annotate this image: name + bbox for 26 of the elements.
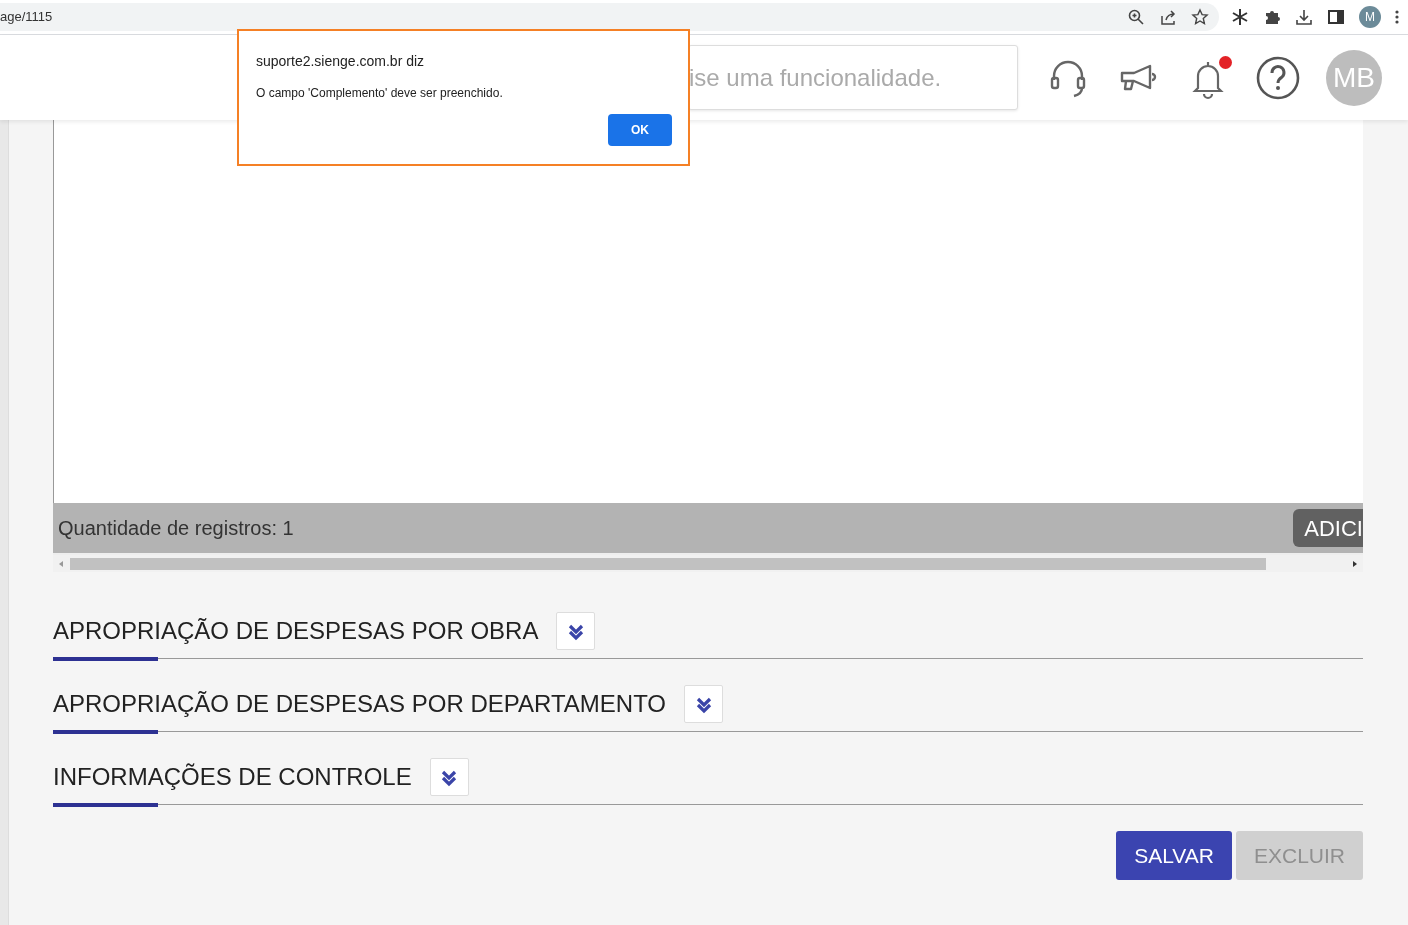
section-title: INFORMAÇÕES DE CONTROLE [53,762,412,792]
records-count: Quantidade de registros: 1 [57,516,294,541]
scrollbar-thumb[interactable] [70,557,1266,570]
puzzle-icon[interactable] [1263,8,1281,26]
section-title: APROPRIAÇÃO DE DESPESAS POR OBRA [53,616,539,646]
add-button[interactable]: ADICI [1293,509,1363,547]
asterisk-icon[interactable] [1231,8,1249,26]
menu-icon[interactable] [1395,9,1399,25]
scroll-right-icon[interactable] [1351,559,1359,568]
expand-toggle[interactable] [684,685,724,723]
save-button[interactable]: SALVAR [1116,831,1232,880]
dialog-message: O campo 'Complemento' deve ser preenchido. [256,85,504,102]
profile-avatar[interactable]: M [1359,6,1381,28]
share-icon[interactable] [1159,8,1177,26]
star-icon[interactable] [1191,8,1209,26]
expand-toggle[interactable] [556,612,596,650]
ok-button[interactable]: OK [608,114,672,146]
dialog-title: suporte2.sienge.com.br diz [256,52,426,71]
expand-toggle[interactable] [429,758,469,796]
section-title: APROPRIAÇÃO DE DESPESAS POR DEPARTAMENTO [53,689,667,719]
sidebar-icon[interactable] [1327,8,1345,26]
zoom-icon[interactable] [1127,8,1145,26]
download-icon[interactable] [1295,8,1313,26]
search-field[interactable]: ise uma funcionalidade. [688,45,1018,110]
horizontal-scrollbar[interactable] [53,555,1363,572]
help-icon[interactable] [1256,55,1300,100]
